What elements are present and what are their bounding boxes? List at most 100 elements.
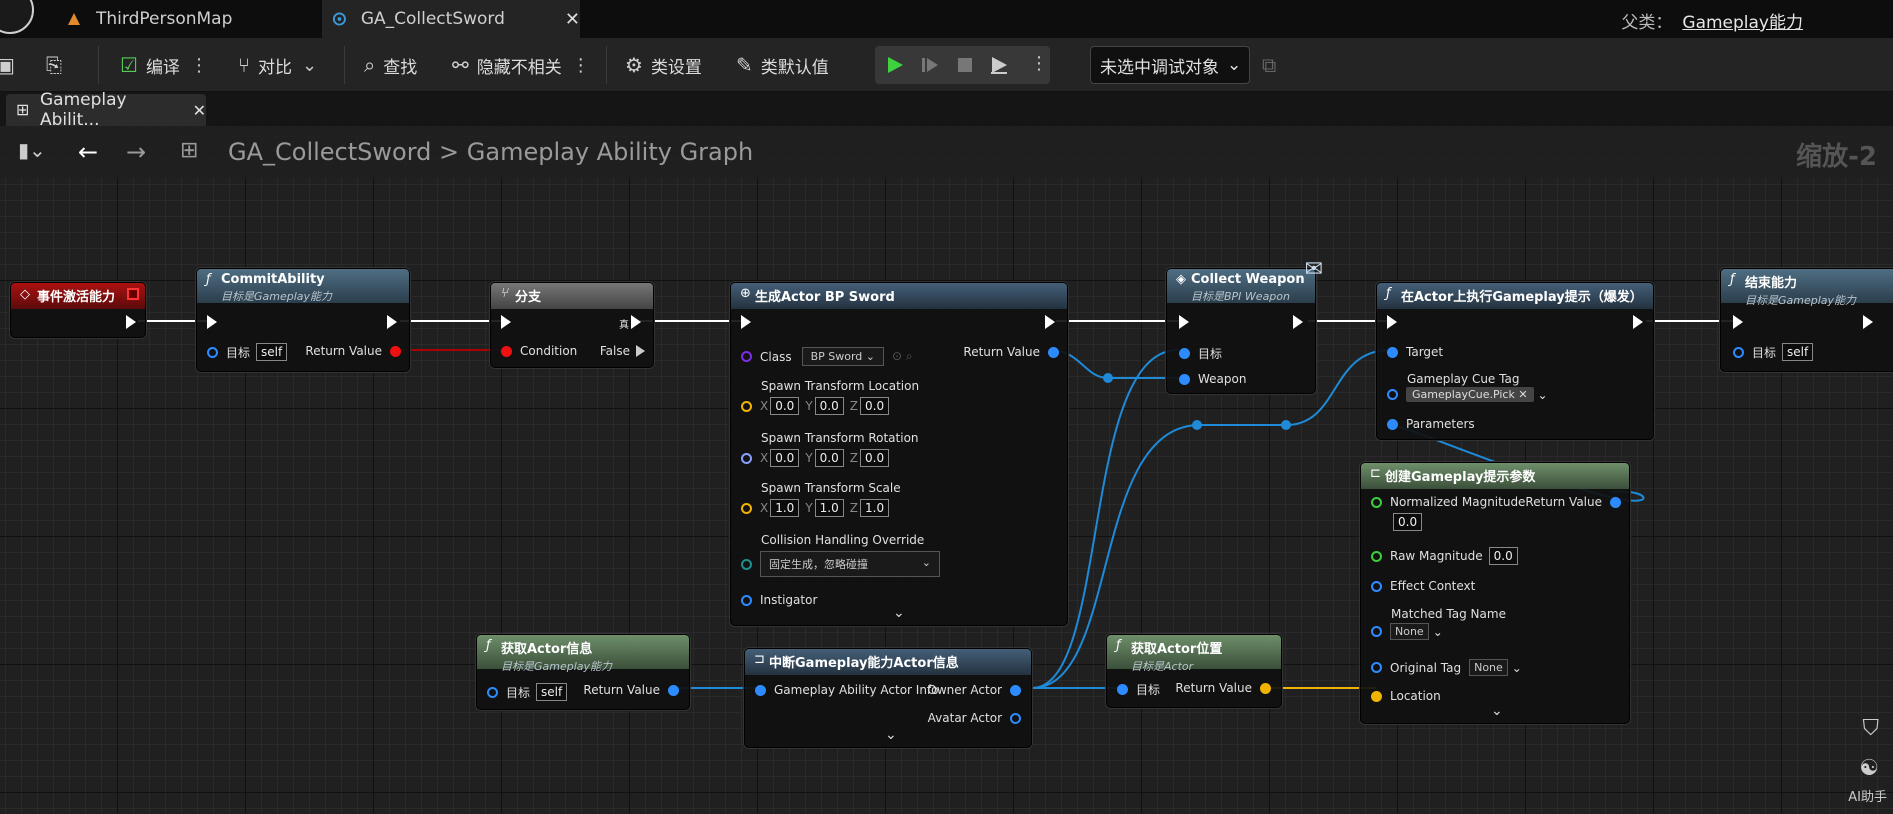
exec-out-pin[interactable] [1633, 315, 1643, 329]
class-pin[interactable]: Class BP Sword ⌄ ⊙ ⌕ [741, 347, 913, 366]
return-value-pin[interactable]: Return Value [305, 344, 401, 358]
spawn-scale-pin[interactable]: X 1.0 Y 1.0 Z 1.0 [741, 499, 895, 517]
bookmark-icon[interactable]: ▮⌄ [18, 138, 46, 162]
z-field[interactable]: 0.0 [860, 449, 890, 467]
self-field[interactable]: self [1782, 343, 1814, 361]
hide-unrelated-button[interactable]: ⚯ 隐藏不相关 ⋮ [452, 52, 590, 78]
event-activate-ability-node[interactable]: ◇ 事件激活能力 [10, 282, 146, 338]
spawn-location-pin[interactable]: X 0.0 Y 0.0 Z 0.0 [741, 397, 895, 415]
x-field[interactable]: 0.0 [770, 397, 800, 415]
exec-out-pin[interactable] [1863, 315, 1873, 329]
chevron-down-icon[interactable]: ⌄ [1538, 388, 1548, 402]
exec-out-pin[interactable] [1293, 315, 1303, 329]
exec-true-pin[interactable] [631, 315, 641, 329]
get-actor-info-node[interactable]: ƒ 获取Actor信息 目标是Gameplay能力 目标 self Return … [476, 634, 690, 710]
return-value-pin[interactable]: Return Value [1525, 495, 1621, 509]
self-field[interactable]: self [256, 343, 288, 361]
debug-target-select[interactable]: 未选中调试对象 ⌄ [1090, 46, 1250, 84]
self-field[interactable]: self [536, 683, 568, 701]
collision-select[interactable]: 固定生成，忽略碰撞 ⌄ [760, 551, 940, 577]
collect-weapon-node[interactable]: ◈ Collect Weapon 目标是BPI Weapon ✉ 目标 Weap… [1166, 257, 1323, 394]
make-gameplay-cue-params-node[interactable]: ⊏ 创建Gameplay提示参数 Normalized Magnitude 0.… [1360, 462, 1630, 724]
normalized-magnitude-field[interactable]: 0.0 [1393, 513, 1423, 531]
ai-assistant-icon[interactable]: ☯ [1859, 756, 1879, 781]
expand-chevron-icon[interactable]: ⌄ [1491, 703, 1503, 719]
value-field[interactable]: 0.0 [1393, 513, 1423, 531]
execute-gameplay-cue-node[interactable]: ƒ 在Actor上执行Gameplay提示（爆发） Target Gamepla… [1376, 282, 1654, 440]
debug-filter-button[interactable]: ⧉ [1262, 52, 1284, 78]
collision-pin[interactable]: 固定生成，忽略碰撞 ⌄ [741, 551, 940, 577]
tab-ga-collect-sword[interactable]: GA_CollectSword ✕ [322, 0, 580, 38]
effect-context-pin[interactable]: Effect Context [1371, 579, 1475, 593]
exec-in-pin[interactable] [741, 315, 751, 329]
shield-check-icon[interactable]: ⛉ [1862, 716, 1879, 741]
original-tag-pin[interactable]: Original Tag None ⌄ [1371, 659, 1522, 676]
cue-tag-chip[interactable]: GameplayCue.Pick ✕ [1406, 387, 1534, 402]
target-pin[interactable]: 目标 [1117, 681, 1160, 698]
avatar-actor-pin[interactable]: Avatar Actor [928, 711, 1021, 725]
exec-out-pin[interactable] [1045, 315, 1055, 329]
condition-pin[interactable]: Condition [501, 344, 577, 358]
exec-in-pin[interactable] [1179, 315, 1189, 329]
gameplay-cue-tag-pin[interactable]: GameplayCue.Pick ✕ ⌄ [1387, 387, 1548, 402]
spawn-rotation-pin[interactable]: X 0.0 Y 0.0 Z 0.0 [741, 449, 895, 467]
parent-class-link[interactable]: Gameplay能力 [1682, 13, 1803, 33]
breadcrumb-root[interactable]: GA_CollectSword [228, 138, 431, 166]
exec-in-pin[interactable] [1733, 315, 1743, 329]
diff-button[interactable]: ⑂ 对比 ⌄ [238, 52, 317, 78]
exec-in-pin[interactable] [207, 315, 217, 329]
delegate-pin-icon[interactable] [127, 288, 139, 300]
end-ability-node[interactable]: ƒ 结束能力 目标是Gameplay能力 目标 self [1720, 268, 1893, 372]
target-pin[interactable]: 目标 self [207, 343, 288, 361]
ai-assistant-label[interactable]: AI助手 [1848, 786, 1887, 805]
stop-icon[interactable] [955, 55, 975, 75]
close-tab-icon[interactable]: ✕ [565, 9, 580, 30]
commit-ability-node[interactable]: ƒ CommitAbility 目标是Gameplay能力 目标 self Ret… [196, 268, 410, 372]
step-icon[interactable] [920, 55, 940, 75]
graph-tab[interactable]: ⊞ Gameplay Abilit... ✕ [6, 90, 206, 130]
tag-select[interactable]: None [1469, 659, 1508, 676]
value-field[interactable]: 0.0 [1488, 547, 1518, 565]
location-pin[interactable]: Location [1371, 689, 1441, 703]
return-value-pin[interactable]: Return Value [1175, 681, 1271, 695]
x-field[interactable]: 0.0 [770, 449, 800, 467]
spawn-actor-node[interactable]: ⊕ 生成Actor BP Sword Class BP Sword ⌄ ⊙ ⌕ Re… [730, 282, 1068, 626]
branch-node[interactable]: ⑂ 分支 真 Condition False [490, 282, 654, 368]
matched-tag-pin[interactable]: None ⌄ [1371, 623, 1443, 640]
tag-select[interactable]: None [1390, 623, 1429, 640]
more-icon[interactable]: ⋮ [190, 55, 208, 76]
class-settings-button[interactable]: ⚙ 类设置 [625, 52, 702, 78]
exec-out-pin[interactable] [126, 315, 136, 329]
target-pin[interactable]: 目标 self [1733, 343, 1814, 361]
browse-icon[interactable]: ⊙ ⌕ [892, 349, 913, 364]
close-tab-icon[interactable]: ✕ [193, 101, 206, 120]
x-field[interactable]: 1.0 [770, 499, 800, 517]
target-pin[interactable]: 目标 self [487, 683, 568, 701]
false-pin[interactable]: False [600, 344, 645, 358]
target-pin[interactable]: Target [1387, 345, 1443, 359]
y-field[interactable]: 1.0 [814, 499, 844, 517]
eject-icon[interactable] [989, 55, 1009, 75]
y-field[interactable]: 0.0 [814, 397, 844, 415]
class-defaults-button[interactable]: ✎ 类默认值 [736, 52, 829, 78]
return-value-pin[interactable]: Return Value [583, 683, 679, 697]
play-icon[interactable] [885, 55, 905, 75]
unreal-logo-icon[interactable] [0, 0, 34, 34]
raw-magnitude-pin[interactable]: Raw Magnitude 0.0 [1371, 547, 1518, 565]
more-icon[interactable]: ⋮ [1030, 53, 1048, 74]
browse-button[interactable]: ⎘ [46, 52, 70, 78]
expand-chevron-icon[interactable]: ⌄ [893, 605, 905, 621]
weapon-pin[interactable]: Weapon [1179, 372, 1246, 386]
get-actor-location-node[interactable]: ƒ 获取Actor位置 目标是Actor 目标 Return Value [1106, 634, 1282, 708]
expand-chevron-icon[interactable]: ⌄ [885, 727, 897, 743]
tab-third-person-map[interactable]: ThirdPersonMap [62, 0, 322, 38]
exec-in-pin[interactable] [1387, 315, 1397, 329]
find-button[interactable]: ⌕ 查找 [364, 52, 417, 78]
exec-out-pin[interactable] [387, 315, 397, 329]
z-field[interactable]: 0.0 [860, 397, 890, 415]
owner-actor-pin[interactable]: Owner Actor [927, 683, 1021, 697]
y-field[interactable]: 0.0 [814, 449, 844, 467]
save-button[interactable]: ▣ [0, 52, 23, 78]
normalized-magnitude-pin[interactable]: Normalized Magnitude [1371, 495, 1525, 509]
back-button[interactable]: ← [78, 138, 98, 166]
